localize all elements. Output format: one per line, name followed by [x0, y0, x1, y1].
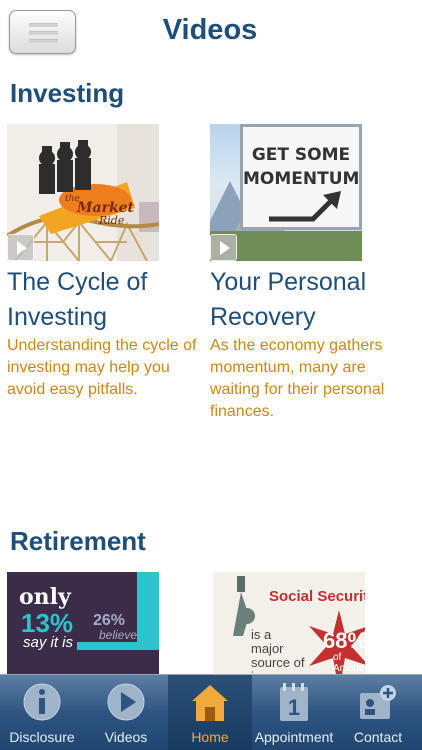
tab-label: Disclosure: [9, 729, 75, 745]
svg-text:1: 1: [288, 695, 300, 720]
tab-appointment[interactable]: 1 Appointment: [252, 675, 336, 750]
play-icon: [210, 234, 237, 261]
video-description: As the economy gathers momentum, many ar…: [210, 337, 385, 420]
tab-label: Videos: [104, 729, 148, 745]
video-title[interactable]: Your Personal Recovery: [210, 265, 410, 335]
tab-home[interactable]: Home: [168, 675, 252, 750]
teal-bar: [137, 572, 159, 642]
home-icon: [192, 685, 228, 721]
video-description: Understanding the cycle of investing may…: [7, 337, 197, 398]
section-title-retirement: Retirement: [10, 526, 146, 556]
hamburger-icon: [29, 23, 58, 43]
video-card-retirement-2[interactable]: Social Securit is a major source of inco…: [213, 572, 413, 674]
page-title: Videos: [162, 14, 258, 46]
tab-bar: Disclosure Videos Home 1 Appointment Con…: [0, 674, 422, 750]
play-icon: [7, 234, 34, 261]
thumb-caption: only: [19, 584, 71, 610]
video-thumbnail[interactable]: only 13% say it is 26% believe: [7, 572, 159, 674]
tab-videos[interactable]: Videos: [84, 675, 168, 750]
thumb-caption: believe: [99, 628, 138, 642]
thumb-caption: say it is: [23, 634, 74, 651]
tab-disclosure[interactable]: Disclosure: [0, 675, 84, 750]
tab-label: Contact: [353, 729, 403, 745]
tab-label: Home: [191, 729, 229, 745]
thumb-caption: is a major source of income for: [251, 627, 305, 675]
road-sign: GET SOME MOMENTUM: [240, 124, 362, 230]
video-card-cycle-of-investing[interactable]: the Market Ride The Cycle of Investing U…: [7, 124, 207, 401]
calendar-icon: 1: [280, 683, 308, 721]
video-thumbnail[interactable]: the Market Ride: [7, 124, 159, 261]
sign-text: GET SOME: [251, 145, 351, 165]
thumb-caption: Ride: [99, 214, 125, 227]
sign-text: MOMENTUM: [243, 169, 360, 189]
arrow-icon: [269, 191, 341, 222]
video-thumbnail[interactable]: Social Securit is a major source of inco…: [213, 572, 365, 674]
tab-contact[interactable]: Contact: [336, 675, 420, 750]
contact-card-icon: [360, 685, 396, 719]
video-list[interactable]: Investing the Market Ride The Cycle of I…: [0, 62, 422, 674]
tab-label: Appointment: [254, 729, 334, 745]
thumb-caption: 68%: [323, 628, 365, 653]
section-title-investing: Investing: [10, 78, 125, 108]
header: Videos: [0, 0, 422, 62]
info-icon: [23, 683, 61, 721]
video-title[interactable]: The Cycle of Investing: [7, 265, 207, 335]
menu-button[interactable]: [9, 10, 76, 54]
thumb-caption: Social Securit: [269, 588, 365, 605]
video-card-personal-recovery[interactable]: GET SOME MOMENTUM Your Personal Recovery…: [210, 124, 410, 423]
video-card-retirement-1[interactable]: only 13% say it is 26% believe: [7, 572, 207, 674]
thumb-caption: of Americ: [333, 652, 365, 674]
video-thumbnail[interactable]: GET SOME MOMENTUM: [210, 124, 362, 261]
play-icon: [107, 683, 145, 721]
teal-bar: [77, 642, 159, 650]
